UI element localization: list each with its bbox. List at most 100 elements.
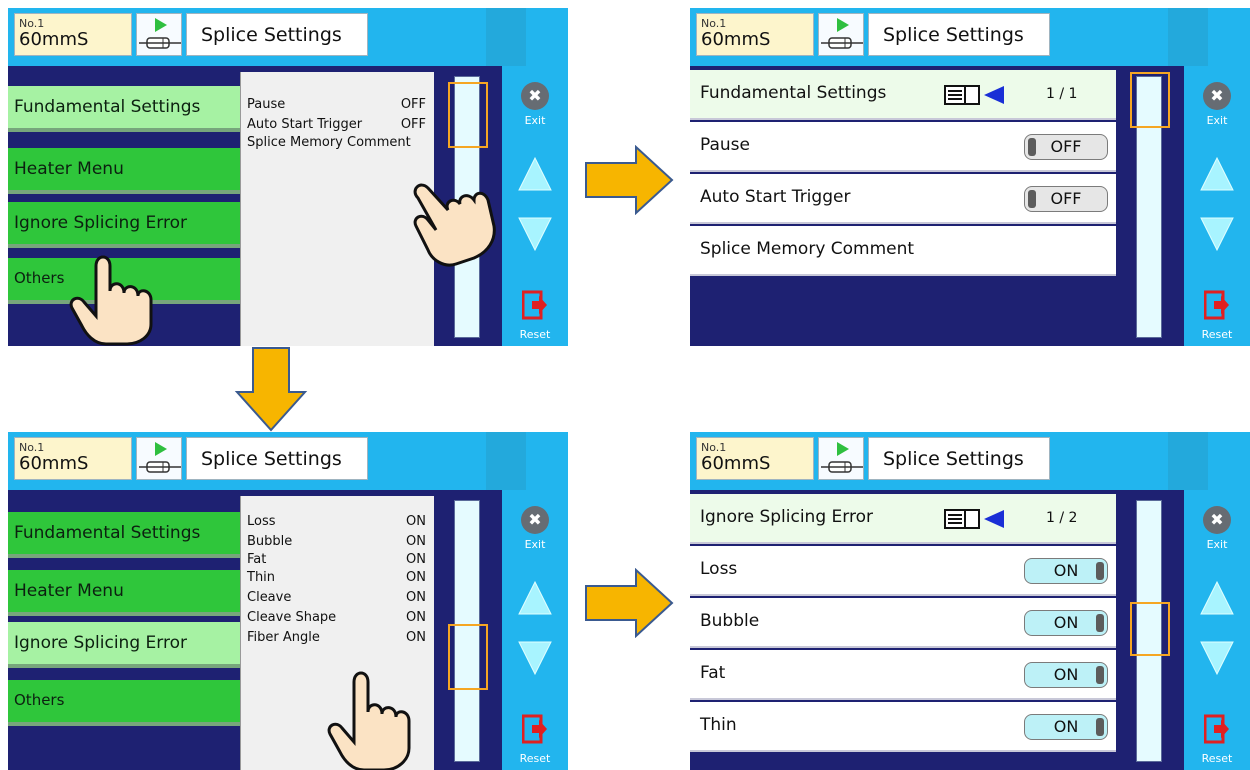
splice-mode-button[interactable] — [818, 437, 864, 480]
tap-hand-icon — [69, 255, 153, 346]
scrollbar[interactable] — [1118, 496, 1180, 770]
right-controls: ✖ Exit Reset — [502, 66, 568, 346]
scrollbar[interactable] — [1118, 72, 1180, 346]
preview-row: Bubble ON — [247, 534, 426, 549]
menu-label: Heater Menu — [14, 159, 124, 179]
splice-mode-button[interactable] — [136, 13, 182, 56]
scroll-up-icon[interactable] — [1199, 580, 1235, 616]
scroll-down-icon[interactable] — [1199, 216, 1235, 252]
title-box: Splice Settings — [186, 437, 368, 480]
page-title: Splice Settings — [883, 24, 1024, 46]
bubble-toggle[interactable]: ON — [1024, 610, 1108, 636]
loss-toggle[interactable]: ON — [1024, 558, 1108, 584]
flow-arrow-right — [585, 145, 674, 215]
exit-button[interactable]: ✖ — [1203, 506, 1231, 534]
exit-label: Exit — [524, 538, 546, 551]
setting-label: Fat — [700, 663, 726, 683]
flow-arrow-down — [234, 347, 308, 432]
splice-mode-button[interactable] — [136, 437, 182, 480]
scroll-down-icon[interactable] — [517, 640, 553, 676]
reset-label: Reset — [1201, 752, 1233, 765]
program-name: 60mmS — [701, 29, 771, 50]
scroll-thumb[interactable] — [1130, 72, 1170, 128]
list-header-label: Fundamental Settings — [700, 83, 887, 103]
flow-arrow-right — [585, 568, 674, 638]
menu-fundamental-settings[interactable]: Fundamental Settings — [8, 512, 244, 558]
fiber-play-icon — [139, 442, 181, 473]
scroll-thumb[interactable] — [1130, 602, 1170, 656]
setting-row-auto-start[interactable]: Auto Start Trigger OFF — [690, 174, 1116, 224]
menu-ignore-splicing-error[interactable]: Ignore Splicing Error — [8, 622, 244, 668]
corner-block — [486, 8, 526, 66]
list-page-icon — [944, 509, 1004, 529]
menu-label: Others — [14, 691, 65, 709]
top-bar: No.1 60mmS Splice Settings — [8, 8, 568, 66]
menu-label: Ignore Splicing Error — [14, 213, 187, 233]
right-controls: ✖ Exit Reset — [1184, 66, 1250, 346]
setting-row-memory-comment[interactable]: Splice Memory Comment — [690, 226, 1116, 276]
screen-fundamental-settings: No.1 60mmS Splice Settings Fundamental S… — [690, 8, 1250, 346]
scroll-down-icon[interactable] — [1199, 640, 1235, 676]
reset-icon[interactable] — [1204, 712, 1230, 746]
program-badge[interactable]: No.1 60mmS — [696, 13, 814, 56]
exit-button[interactable]: ✖ — [1203, 82, 1231, 110]
fat-toggle[interactable]: ON — [1024, 662, 1108, 688]
setting-label: Splice Memory Comment — [700, 239, 915, 259]
menu-others[interactable]: Others — [8, 680, 244, 726]
fiber-play-icon — [139, 18, 181, 49]
right-controls: ✖ Exit Reset — [502, 490, 568, 770]
auto-start-toggle[interactable]: OFF — [1024, 186, 1108, 212]
exit-button[interactable]: ✖ — [521, 82, 549, 110]
reset-icon[interactable] — [522, 288, 548, 322]
setting-label: Pause — [700, 135, 750, 155]
program-badge[interactable]: No.1 60mmS — [696, 437, 814, 480]
setting-row-bubble[interactable]: Bubble ON — [690, 598, 1116, 648]
scroll-up-icon[interactable] — [517, 156, 553, 192]
exit-label: Exit — [1206, 114, 1228, 127]
setting-row-pause[interactable]: Pause OFF — [690, 122, 1116, 172]
corner-block — [1168, 8, 1208, 66]
menu-heater[interactable]: Heater Menu — [8, 570, 244, 616]
thin-toggle[interactable]: ON — [1024, 714, 1108, 740]
menu-heater[interactable]: Heater Menu — [8, 148, 244, 194]
right-controls: ✖ Exit Reset — [1184, 490, 1250, 770]
page-title: Splice Settings — [201, 24, 342, 46]
program-badge[interactable]: No.1 60mmS — [14, 437, 132, 480]
preview-row: Fiber Angle ON — [247, 630, 426, 645]
menu-fundamental-settings[interactable]: Fundamental Settings — [8, 86, 244, 132]
program-badge[interactable]: No.1 60mmS — [14, 13, 132, 56]
splice-mode-button[interactable] — [818, 13, 864, 56]
preview-row: Fat ON — [247, 552, 426, 567]
preview-row: Pause OFF — [247, 97, 426, 112]
page-indicator: 1 / 1 — [1046, 86, 1078, 102]
corner-block — [1168, 432, 1208, 490]
setting-label: Bubble — [700, 611, 760, 631]
setting-row-fat[interactable]: Fat ON — [690, 650, 1116, 700]
preview-row: Cleave ON — [247, 590, 426, 605]
screen-ignore-splicing-error: No.1 60mmS Splice Settings Ignore Splici… — [690, 432, 1250, 770]
reset-icon[interactable] — [522, 712, 548, 746]
scroll-down-icon[interactable] — [517, 216, 553, 252]
reset-icon[interactable] — [1204, 288, 1230, 322]
preview-row: Loss ON — [247, 514, 426, 529]
pause-toggle[interactable]: OFF — [1024, 134, 1108, 160]
exit-button[interactable]: ✖ — [521, 506, 549, 534]
scroll-up-icon[interactable] — [1199, 156, 1235, 192]
preview-row: Splice Memory Comment — [247, 135, 411, 150]
menu-label: Fundamental Settings — [14, 523, 201, 543]
top-bar: No.1 60mmS Splice Settings — [690, 8, 1250, 66]
scroll-up-icon[interactable] — [517, 580, 553, 616]
scrollbar[interactable] — [436, 496, 498, 770]
list-page-icon — [944, 85, 1004, 105]
top-bar: No.1 60mmS Splice Settings — [8, 432, 568, 490]
scroll-thumb[interactable] — [448, 82, 488, 148]
exit-label: Exit — [524, 114, 546, 127]
menu-label: Others — [14, 269, 65, 287]
preview-row: Thin ON — [247, 570, 426, 585]
title-box: Splice Settings — [868, 13, 1050, 56]
setting-row-thin[interactable]: Thin ON — [690, 702, 1116, 752]
fiber-play-icon — [821, 442, 863, 473]
list-header-label: Ignore Splicing Error — [700, 507, 873, 527]
setting-row-loss[interactable]: Loss ON — [690, 546, 1116, 596]
scroll-thumb[interactable] — [448, 624, 488, 690]
